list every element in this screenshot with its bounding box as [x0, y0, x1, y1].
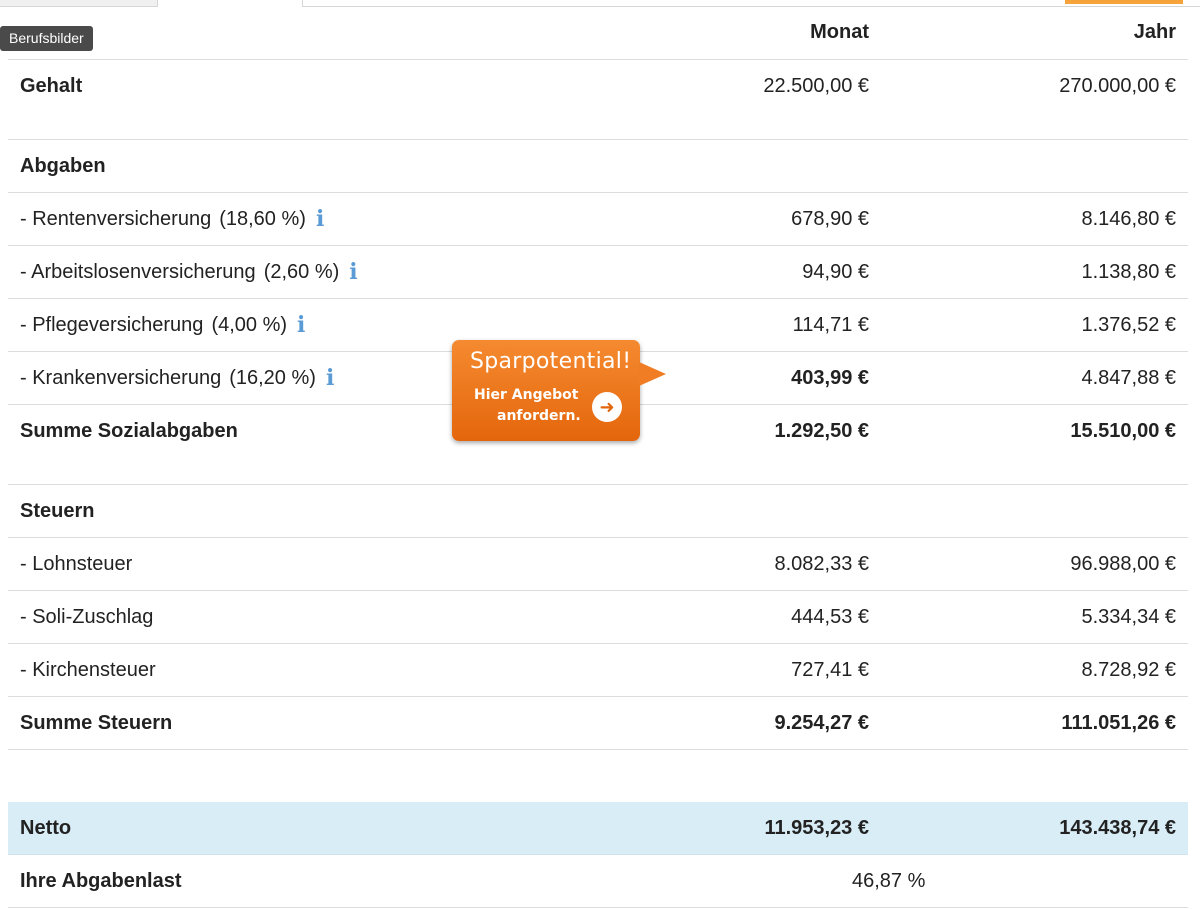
row-rentenversicherung: - Rentenversicherung (18,60 %) i 678,90 € …: [8, 193, 1188, 246]
value-monat: 94,90 €: [802, 261, 869, 283]
value-monat: 403,99 €: [791, 367, 869, 389]
top-tab-bar: [0, 0, 1200, 8]
row-label: - Soli-Zuschlag: [20, 606, 154, 628]
section-title: Abgaben: [20, 155, 106, 177]
value-monat: 727,41 €: [791, 659, 869, 681]
row-lohnsteuer: - Lohnsteuer 8.082,33 € 96.988,00 €: [8, 538, 1188, 591]
tab-1[interactable]: [0, 0, 158, 7]
value-monat: 114,71 €: [792, 314, 869, 336]
tab-2-active[interactable]: [158, 0, 303, 7]
value-jahr: 1.138,80 €: [1081, 261, 1176, 283]
info-icon[interactable]: i: [316, 208, 328, 230]
value-monat: 9.254,27 €: [774, 712, 869, 734]
section-title: Steuern: [20, 500, 95, 522]
value-jahr: 1.376,52 €: [1081, 314, 1176, 336]
value-monat: 11.953,23 €: [764, 817, 869, 839]
row-label: - Rentenversicherung (18,60 %) i: [20, 208, 328, 231]
section-heading-steuern: Steuern: [8, 485, 1188, 538]
row-label: - Pflegeversicherung (4,00 %) i: [20, 314, 309, 337]
promo-line-1: Hier Angebot: [474, 387, 579, 403]
row-label: - Kirchensteuer: [20, 659, 156, 681]
value-monat: 678,90 €: [791, 208, 869, 230]
value-jahr: 143.438,74 €: [1059, 817, 1176, 839]
value-monat: 444,53 €: [791, 606, 869, 628]
sparpotential-promo-button[interactable]: Sparpotential! Hier Angebot anfordern. ➜: [452, 340, 666, 441]
row-netto: Netto 11.953,23 € 143.438,74 €: [8, 802, 1188, 855]
promo-title: Sparpotential!: [470, 349, 632, 374]
row-soli-zuschlag: - Soli-Zuschlag 444,53 € 5.334,34 €: [8, 591, 1188, 644]
row-label: - Arbeitslosenversicherung (2,60 %) i: [20, 261, 361, 284]
row-label: Summe Sozialabgaben: [20, 420, 238, 442]
row-summe-steuern: Summe Steuern 9.254,27 € 111.051,26 €: [8, 697, 1188, 750]
column-header-monat: Monat: [810, 21, 869, 43]
value-jahr: 8.146,80 €: [1081, 208, 1176, 230]
value-jahr: 4.847,88 €: [1081, 367, 1176, 389]
row-label: Gehalt: [20, 75, 83, 97]
value-monat: 8.082,33 €: [774, 553, 869, 575]
row-label: Ihre Abgabenlast: [20, 870, 182, 892]
row-label: Summe Steuern: [20, 712, 173, 734]
tooltip-berufsbilder: Berufsbilder: [0, 26, 93, 51]
row-label: Netto: [20, 817, 72, 839]
value-jahr: 270.000,00 €: [1059, 75, 1176, 97]
value-monat: 22.500,00 €: [763, 75, 869, 97]
value-jahr: 8.728,92 €: [1081, 659, 1176, 681]
arrow-right-icon: ➜: [592, 392, 622, 422]
info-icon[interactable]: i: [349, 261, 361, 283]
value-jahr: 96.988,00 €: [1070, 553, 1176, 575]
tab-divider: [303, 6, 1200, 7]
info-icon[interactable]: i: [326, 367, 338, 389]
row-label: - Krankenversicherung (16,20 %) i: [20, 367, 338, 390]
row-abgabenlast: Ihre Abgabenlast 46,87 %: [8, 855, 1188, 908]
column-header-jahr: Jahr: [1133, 21, 1176, 43]
tab-orange-button[interactable]: [1065, 0, 1183, 4]
value-jahr: 5.334,34 €: [1081, 606, 1176, 628]
value-monat: 1.292,50 €: [774, 420, 869, 442]
info-icon[interactable]: i: [297, 314, 309, 336]
value-jahr: 111.051,26 €: [1061, 712, 1176, 734]
row-label: - Lohnsteuer: [20, 553, 133, 575]
value-jahr: 15.510,00 €: [1070, 420, 1176, 442]
section-heading-abgaben: Abgaben: [8, 140, 1188, 193]
promo-line-2: anfordern.: [497, 408, 581, 424]
row-arbeitslosenversicherung: - Arbeitslosenversicherung (2,60 %) i 94,9…: [8, 246, 1188, 299]
row-kirchensteuer: - Kirchensteuer 727,41 € 8.728,92 €: [8, 644, 1188, 697]
table-header: Monat Jahr: [8, 8, 1188, 60]
abgabenlast-value: 46,87 %: [852, 870, 926, 892]
row-gehalt: Gehalt 22.500,00 € 270.000,00 €: [8, 60, 1188, 140]
